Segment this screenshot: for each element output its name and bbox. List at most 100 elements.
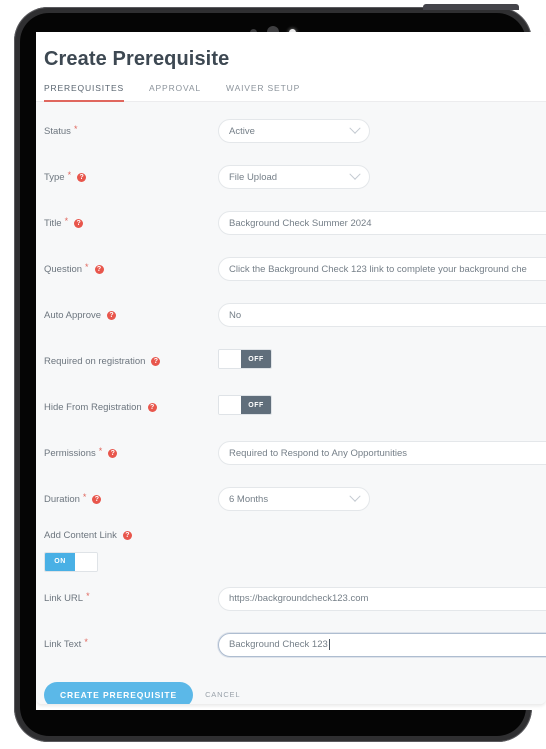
title-value: Background Check Summer 2024 xyxy=(229,217,372,229)
form-row-hide-from-registration: Hide From Registration ? OFF xyxy=(36,384,546,430)
field-duration: 6 Months xyxy=(218,487,546,511)
type-select[interactable]: File Upload xyxy=(218,165,370,189)
form-row-question: Question * ? Click the Background Check … xyxy=(36,246,546,292)
label-hide-from-registration: Hide From Registration ? xyxy=(36,402,218,413)
add-content-link-toggle[interactable]: ON xyxy=(44,551,98,572)
form-row-duration: Duration * ? 6 Months xyxy=(36,476,546,522)
label-question: Question * ? xyxy=(36,261,218,275)
form-row-status: Status * Active xyxy=(36,108,546,154)
help-icon[interactable]: ? xyxy=(94,264,104,274)
permissions-value: Required to Respond to Any Opportunities xyxy=(229,447,407,459)
cancel-button[interactable]: CANCEL xyxy=(205,690,240,699)
label-question-text: Question xyxy=(44,263,83,275)
title-input[interactable]: Background Check Summer 2024 xyxy=(218,211,546,235)
field-link-text: Background Check 123 xyxy=(218,632,546,657)
label-add-content-link: Add Content Link ? xyxy=(44,522,546,548)
help-icon[interactable]: ? xyxy=(108,448,118,458)
field-status: Active xyxy=(218,119,546,143)
label-link-text: Link Text * xyxy=(36,637,218,651)
status-value: Active xyxy=(229,125,255,137)
field-type: File Upload xyxy=(218,165,546,189)
help-icon[interactable]: ? xyxy=(77,172,87,182)
field-link-url: https://backgroundcheck123.com xyxy=(218,586,546,611)
help-icon[interactable]: ? xyxy=(107,310,117,320)
label-hide-from-registration-text: Hide From Registration xyxy=(44,401,142,413)
required-asterisk: * xyxy=(82,491,87,502)
help-icon[interactable]: ? xyxy=(92,494,102,504)
auto-approve-value: No xyxy=(229,309,242,321)
page-header: Create Prerequisite PREREQUISITES APPROV… xyxy=(36,32,546,102)
field-question: Click the Background Check 123 link to c… xyxy=(218,257,546,281)
help-icon[interactable]: ? xyxy=(74,218,84,228)
label-type-text: Type xyxy=(44,171,65,183)
tab-approval[interactable]: APPROVAL xyxy=(149,83,201,102)
help-icon[interactable]: ? xyxy=(122,530,132,540)
tab-waiver-setup[interactable]: WAIVER SETUP xyxy=(226,83,300,102)
label-duration: Duration * ? xyxy=(36,491,218,505)
form-row-auto-approve: Auto Approve ? No xyxy=(36,292,546,338)
required-asterisk: * xyxy=(67,169,72,180)
label-add-content-link-text: Add Content Link xyxy=(44,529,117,541)
help-icon[interactable]: ? xyxy=(147,402,157,412)
tab-prerequisites[interactable]: PREREQUISITES xyxy=(44,83,125,102)
toggle-knob xyxy=(75,552,97,571)
question-input[interactable]: Click the Background Check 123 link to c… xyxy=(218,257,546,281)
link-text-input[interactable]: Background Check 123 xyxy=(218,632,546,657)
auto-approve-select[interactable]: No xyxy=(218,303,546,327)
required-asterisk: * xyxy=(86,591,90,601)
link-url-input[interactable]: https://backgroundcheck123.com xyxy=(218,586,546,611)
link-url-value: https://backgroundcheck123.com xyxy=(229,593,369,604)
field-permissions: Required to Respond to Any Opportunities xyxy=(218,441,546,465)
label-permissions-text: Permissions xyxy=(44,447,96,459)
duration-value: 6 Months xyxy=(229,493,269,505)
label-link-url: Link URL * xyxy=(36,591,218,605)
required-asterisk: * xyxy=(85,261,89,272)
app-screen: Create Prerequisite PREREQUISITES APPROV… xyxy=(36,32,546,710)
text-cursor xyxy=(328,639,330,650)
required-asterisk: * xyxy=(73,123,78,134)
label-status-text: Status xyxy=(44,125,71,137)
required-asterisk: * xyxy=(84,637,88,647)
required-on-registration-toggle[interactable]: OFF xyxy=(218,349,272,369)
form-row-permissions: Permissions * ? Required to Respond to A… xyxy=(36,430,546,476)
required-asterisk: * xyxy=(98,445,103,456)
label-permissions: Permissions * ? xyxy=(36,445,218,459)
type-value: File Upload xyxy=(229,171,278,183)
toggle-knob xyxy=(219,350,241,368)
label-title: Title * ? xyxy=(36,215,218,229)
tab-bar: PREREQUISITES APPROVAL WAIVER SETUP xyxy=(36,71,546,102)
label-link-text-text: Link Text xyxy=(44,639,82,650)
form-row-add-content-link: Add Content Link ? ON xyxy=(36,522,546,576)
field-title: Background Check Summer 2024 xyxy=(218,211,546,235)
chevron-down-icon xyxy=(349,168,361,180)
create-prerequisite-button[interactable]: CREATE PREREQUISITE xyxy=(44,681,194,704)
toggle-knob xyxy=(219,396,241,414)
status-select[interactable]: Active xyxy=(218,119,370,143)
form-row-type: Type * ? File Upload xyxy=(36,154,546,200)
form-row-title: Title * ? Background Check Summer 2024 xyxy=(36,200,546,246)
chevron-down-icon xyxy=(349,490,361,502)
form-row-link-url: Link URL * https://backgroundcheck123.co… xyxy=(36,576,546,622)
label-auto-approve-text: Auto Approve xyxy=(44,309,102,321)
toggle-state-label: OFF xyxy=(241,396,271,414)
prerequisite-form: Status * Active Type * ? File Upload Tit… xyxy=(36,102,546,704)
label-type: Type * ? xyxy=(36,169,218,183)
label-status: Status * xyxy=(36,123,218,137)
form-actions: CREATE PREREQUISITE CANCEL xyxy=(36,668,546,704)
toggle-state-label: OFF xyxy=(241,350,271,368)
power-button[interactable] xyxy=(423,4,519,10)
field-add-content-link: ON xyxy=(44,548,546,576)
label-link-url-text: Link URL xyxy=(44,593,84,604)
toggle-state-label: ON xyxy=(45,552,75,571)
help-icon[interactable]: ? xyxy=(151,356,161,366)
required-asterisk: * xyxy=(64,215,69,226)
duration-select[interactable]: 6 Months xyxy=(218,487,370,511)
label-title-text: Title xyxy=(44,217,62,229)
field-required-on-registration: OFF xyxy=(218,349,546,373)
form-row-link-text: Link Text * Background Check 123 xyxy=(36,622,546,668)
label-required-on-registration: Required on registration ? xyxy=(36,356,218,367)
create-prerequisite-card: Create Prerequisite PREREQUISITES APPROV… xyxy=(36,32,546,704)
hide-from-registration-toggle[interactable]: OFF xyxy=(218,395,272,415)
permissions-select[interactable]: Required to Respond to Any Opportunities xyxy=(218,441,546,465)
page-title: Create Prerequisite xyxy=(44,48,230,70)
